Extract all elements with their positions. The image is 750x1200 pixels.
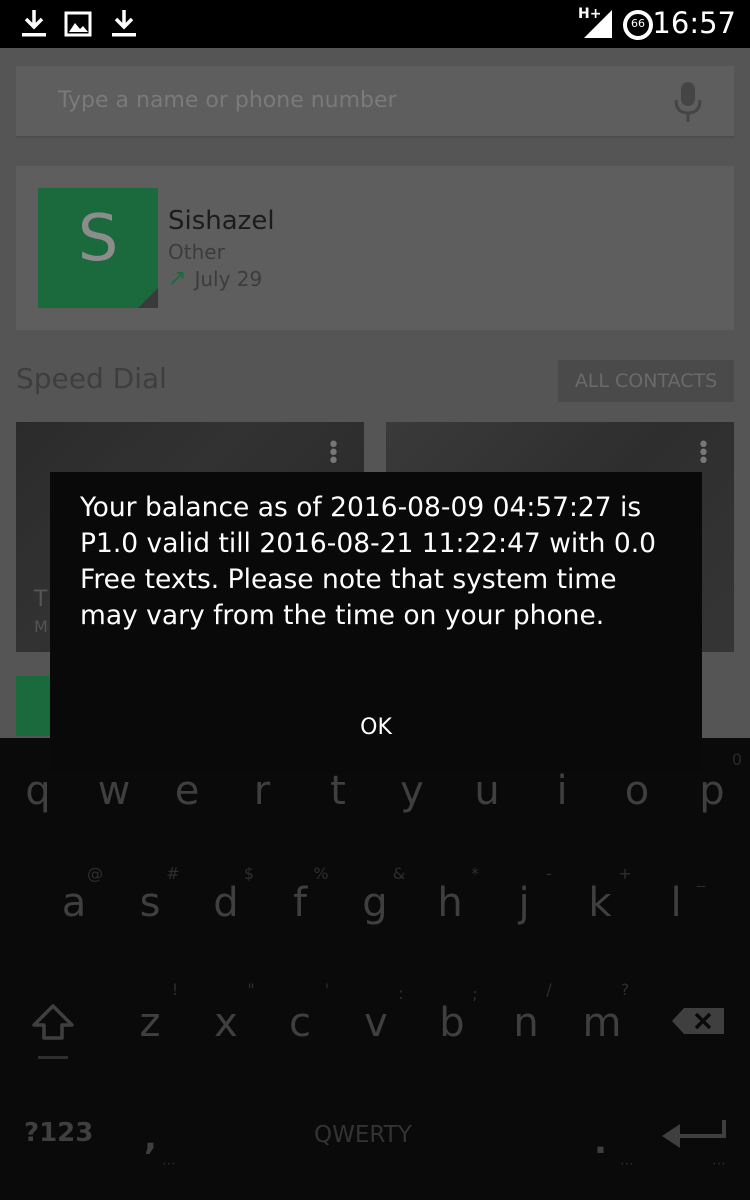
key-hint: ! bbox=[171, 980, 179, 999]
status-bar: H+ 66 16:57 bbox=[0, 0, 750, 48]
key-d[interactable]: d bbox=[196, 880, 256, 926]
key-e[interactable]: e bbox=[157, 768, 217, 814]
key-l[interactable]: l bbox=[646, 880, 706, 926]
contact-card[interactable]: S Sishazel Other ↗ July 29 bbox=[16, 166, 734, 330]
dialog-message: Your balance as of 2016-08-09 04:57:27 i… bbox=[80, 492, 656, 631]
speed-dial-tile[interactable] bbox=[16, 676, 50, 736]
key-g[interactable]: g bbox=[345, 880, 405, 926]
search-bar[interactable]: Type a name or phone number bbox=[16, 66, 734, 138]
key-n[interactable]: n bbox=[496, 1000, 556, 1046]
key-k[interactable]: k bbox=[570, 880, 630, 926]
contact-name: Sishazel bbox=[168, 206, 275, 236]
avatar: S bbox=[38, 188, 158, 308]
key-t[interactable]: t bbox=[308, 768, 368, 814]
key-w[interactable]: w bbox=[84, 768, 144, 814]
key-j[interactable]: j bbox=[494, 880, 554, 926]
key-s[interactable]: s bbox=[120, 880, 180, 926]
symbols-key[interactable]: ?123 bbox=[24, 1118, 93, 1148]
key-y[interactable]: y bbox=[382, 768, 442, 814]
tile-name: T bbox=[34, 587, 48, 612]
clock: 16:57 bbox=[652, 6, 736, 40]
keyboard: 0 q w e r t y u i o p @ # $ % & * - + _ … bbox=[0, 738, 750, 1200]
key-hint: / bbox=[546, 980, 552, 999]
backspace-icon[interactable] bbox=[670, 1006, 726, 1036]
call-date: July 29 bbox=[194, 266, 263, 291]
key-hint: 0 bbox=[731, 750, 743, 769]
key-b[interactable]: b bbox=[422, 1000, 482, 1046]
key-h[interactable]: h bbox=[420, 880, 480, 926]
call-info: ↗ July 29 bbox=[168, 266, 262, 291]
key-f[interactable]: f bbox=[270, 880, 330, 926]
download-icon bbox=[22, 10, 46, 37]
avatar-letter: S bbox=[77, 202, 119, 276]
enter-icon[interactable] bbox=[660, 1118, 728, 1158]
key-hint: ? bbox=[620, 980, 630, 999]
key-hint: ⋯ bbox=[620, 1156, 634, 1172]
download-icon bbox=[112, 10, 136, 37]
battery-level: 66 bbox=[631, 17, 645, 30]
all-contacts-button[interactable]: ALL CONTACTS bbox=[558, 360, 734, 402]
key-c[interactable]: c bbox=[270, 1000, 330, 1046]
key-q[interactable]: q bbox=[8, 768, 68, 814]
key-o[interactable]: o bbox=[607, 768, 667, 814]
key-r[interactable]: r bbox=[232, 768, 292, 814]
tile-sub: M bbox=[34, 617, 48, 636]
key-u[interactable]: u bbox=[457, 768, 517, 814]
key-hint: ' bbox=[324, 980, 330, 999]
key-hint: ⋯ bbox=[712, 1156, 726, 1172]
outgoing-call-icon: ↗ bbox=[168, 266, 187, 291]
ok-button[interactable]: OK bbox=[50, 708, 702, 748]
signal-icon bbox=[584, 10, 612, 38]
shift-icon[interactable] bbox=[30, 1002, 76, 1062]
microphone-icon[interactable] bbox=[672, 80, 704, 124]
key-x[interactable]: x bbox=[196, 1000, 256, 1046]
more-options-icon[interactable]: • • • bbox=[327, 435, 340, 473]
avatar-corner bbox=[138, 288, 158, 308]
contact-type: Other bbox=[168, 240, 225, 264]
speed-dial-title: Speed Dial bbox=[16, 362, 167, 395]
key-period[interactable]: . bbox=[594, 1122, 607, 1162]
key-hint: ⋯ bbox=[162, 1156, 176, 1172]
space-bar[interactable]: QWERTY bbox=[314, 1122, 412, 1148]
key-z[interactable]: z bbox=[120, 1000, 180, 1046]
key-i[interactable]: i bbox=[532, 768, 592, 814]
balance-dialog: Your balance as of 2016-08-09 04:57:27 i… bbox=[50, 472, 702, 772]
key-v[interactable]: v bbox=[346, 1000, 406, 1046]
key-a[interactable]: a bbox=[44, 880, 104, 926]
key-comma[interactable]: , bbox=[144, 1118, 157, 1158]
key-p[interactable]: p bbox=[682, 768, 742, 814]
key-m[interactable]: m bbox=[572, 1000, 632, 1046]
more-options-icon[interactable]: • • • bbox=[697, 435, 710, 473]
image-icon bbox=[64, 11, 92, 37]
search-input[interactable]: Type a name or phone number bbox=[58, 88, 397, 113]
key-hint: " bbox=[247, 980, 255, 999]
